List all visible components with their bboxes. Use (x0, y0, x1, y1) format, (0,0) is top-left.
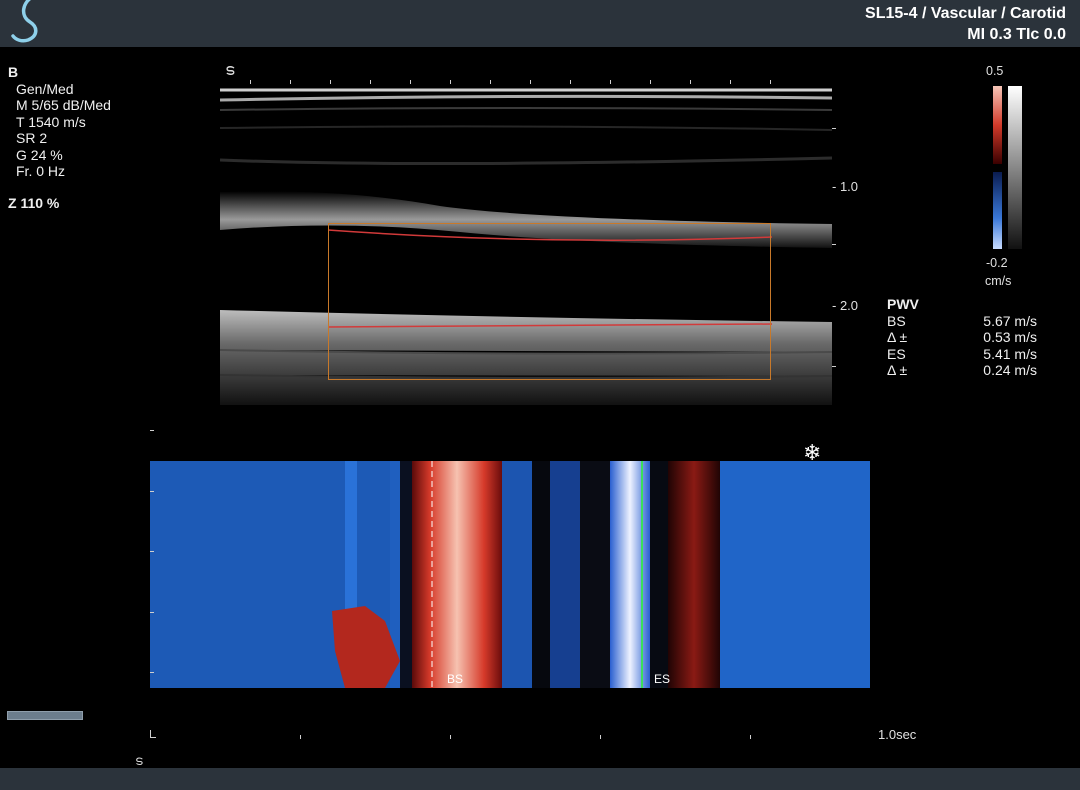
imaging-parameters: B Gen/Med M 5/65 dB/Med T 1540 m/s SR 2 … (8, 64, 111, 180)
mmode-depth-tick (150, 612, 154, 613)
lateral-tick (290, 80, 291, 84)
time-tick (150, 737, 156, 738)
lateral-tick (490, 80, 491, 84)
lateral-tick (570, 80, 571, 84)
color-m-mode-display[interactable] (150, 461, 870, 688)
lateral-tick (610, 80, 611, 84)
zoom-level: Z 110 % (8, 195, 60, 211)
lateral-tick (650, 80, 651, 84)
color-roi-box[interactable] (328, 223, 771, 380)
lateral-tick (730, 80, 731, 84)
mmode-depth-tick (150, 672, 154, 673)
pwv-label: Δ ± (887, 329, 908, 345)
time-tick (750, 735, 751, 739)
depth-label-1: - 1.0 (832, 179, 859, 194)
lateral-tick (410, 80, 411, 84)
pwv-row: Δ ± 0.53 m/s (887, 329, 1037, 346)
pwv-label: ES (887, 345, 906, 362)
color-scale-bar (993, 86, 1022, 249)
lateral-tick (690, 80, 691, 84)
mmode-depth-tick (150, 551, 154, 552)
param-line: SR 2 (16, 130, 48, 146)
mmode-depth-tick (150, 430, 154, 431)
pwv-row: BS 5.67 m/s (887, 313, 1037, 330)
param-line: Fr. 0 Hz (16, 163, 66, 179)
lateral-tick (250, 80, 251, 84)
pwv-results: PWV BS 5.67 m/s Δ ± 0.53 m/s ES 5.41 m/s… (887, 296, 1037, 379)
mmode-depth-tick (150, 491, 154, 492)
time-tick (450, 735, 451, 739)
probe-orientation-icon: ട (225, 62, 235, 79)
time-scale-label: 1.0sec (878, 727, 917, 742)
pwv-title: PWV (887, 296, 919, 312)
param-line: M 5/65 dB/Med (16, 97, 111, 113)
param-line: T 1540 m/s (16, 113, 86, 130)
time-tick (600, 735, 601, 739)
top-bar: SL15-4 / Vascular / Carotid MI 0.3 TIc 0… (0, 0, 1080, 47)
lateral-tick (770, 80, 771, 84)
color-scale-max: 0.5 (986, 64, 1004, 78)
time-tick (300, 735, 301, 739)
pwv-value: 0.53 m/s (983, 329, 1037, 345)
pwv-value: 5.41 m/s (983, 345, 1037, 362)
pwv-row: ES 5.41 m/s (887, 346, 1037, 363)
lateral-tick (370, 80, 371, 84)
lateral-tick (330, 80, 331, 84)
param-line: Gen/Med (16, 80, 74, 97)
imaging-mode: B (8, 64, 19, 80)
safety-indices: MI 0.3 TIc 0.0 (967, 26, 1066, 43)
depth-tick (832, 366, 836, 367)
pwv-value: 5.67 m/s (983, 312, 1037, 329)
color-scale-min: -0.2 (986, 256, 1008, 270)
pwv-row: Δ ± 0.24 m/s (887, 362, 1037, 379)
pwv-label: Δ ± (887, 362, 908, 378)
depth-tick (832, 244, 836, 245)
lateral-tick (450, 80, 451, 84)
param-line: G 24 % (16, 146, 63, 163)
depth-label-2: - 2.0 (832, 298, 859, 313)
orientation-marker-icon: ട (135, 753, 143, 768)
pwv-label: BS (887, 312, 906, 329)
color-scale-unit: cm/s (985, 274, 1012, 288)
brand-logo-icon (11, 0, 38, 43)
depth-tick (832, 128, 836, 129)
bs-marker-label: BS (447, 672, 464, 686)
pwv-value: 0.24 m/s (983, 362, 1037, 378)
bottom-bar (0, 768, 1080, 790)
cine-progress-bar[interactable] (7, 711, 83, 720)
preset-title: SL15-4 / Vascular / Carotid (865, 5, 1066, 22)
es-marker-label: ES (654, 672, 671, 686)
lateral-tick (530, 80, 531, 84)
